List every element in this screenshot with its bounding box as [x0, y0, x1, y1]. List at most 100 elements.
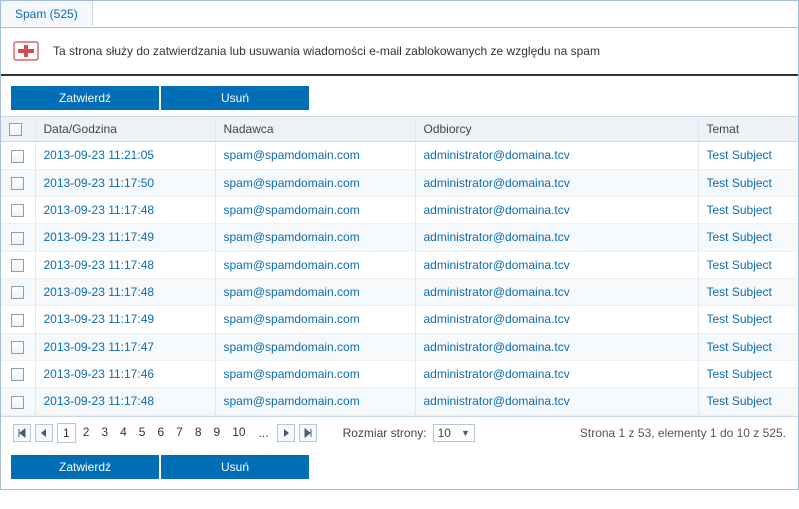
cell-subject: Test Subject	[698, 360, 798, 387]
cell-recipients: administrator@domaina.tcv	[415, 196, 698, 223]
cell-sender: spam@spamdomain.com	[215, 224, 415, 251]
spam-table: Data/Godzina Nadawca Odbiorcy Temat 2013…	[1, 116, 798, 416]
cell-subject: Test Subject	[698, 333, 798, 360]
page-size-label: Rozmiar strony:	[343, 426, 427, 440]
row-checkbox[interactable]	[11, 177, 24, 190]
pager-page-9[interactable]: 9	[209, 423, 226, 443]
help-cross-icon	[13, 38, 39, 64]
cell-subject: Test Subject	[698, 306, 798, 333]
cell-datetime: 2013-09-23 11:17:48	[35, 388, 215, 415]
approve-button-bottom[interactable]: Zatwierdź	[11, 455, 159, 479]
row-checkbox[interactable]	[11, 286, 24, 299]
cell-recipients: administrator@domaina.tcv	[415, 169, 698, 196]
pager-page-2[interactable]: 2	[78, 423, 95, 443]
cell-recipients: administrator@domaina.tcv	[415, 388, 698, 415]
pager-page-1[interactable]: 1	[57, 423, 76, 443]
cell-sender: spam@spamdomain.com	[215, 142, 415, 169]
pager-page-10[interactable]: 10	[227, 423, 250, 443]
cell-recipients: administrator@domaina.tcv	[415, 278, 698, 305]
table-row[interactable]: 2013-09-23 11:17:46spam@spamdomain.comad…	[1, 360, 798, 387]
app-window: Spam (525) Ta strona służy do zatwierdza…	[0, 0, 799, 490]
toolbar-bottom: Zatwierdź Usuń	[1, 449, 798, 489]
pager-page-7[interactable]: 7	[171, 423, 188, 443]
pager-page-4[interactable]: 4	[115, 423, 132, 443]
table-row[interactable]: 2013-09-23 11:17:48spam@spamdomain.comad…	[1, 278, 798, 305]
tab-spam[interactable]: Spam (525)	[1, 1, 93, 26]
cell-recipients: administrator@domaina.tcv	[415, 142, 698, 169]
info-bar: Ta strona służy do zatwierdzania lub usu…	[1, 28, 798, 76]
cell-datetime: 2013-09-23 11:17:50	[35, 169, 215, 196]
row-checkbox[interactable]	[11, 368, 24, 381]
pager-page-3[interactable]: 3	[96, 423, 113, 443]
row-checkbox[interactable]	[11, 396, 24, 409]
cell-sender: spam@spamdomain.com	[215, 306, 415, 333]
col-header-recipients[interactable]: Odbiorcy	[415, 117, 698, 142]
toolbar-top: Zatwierdź Usuń	[1, 76, 798, 116]
cell-sender: spam@spamdomain.com	[215, 278, 415, 305]
cell-datetime: 2013-09-23 11:17:49	[35, 224, 215, 251]
pager-next-button[interactable]	[277, 424, 295, 442]
cell-subject: Test Subject	[698, 142, 798, 169]
col-header-checkbox	[1, 117, 35, 142]
pager-prev-button[interactable]	[35, 424, 53, 442]
info-text: Ta strona służy do zatwierdzania lub usu…	[53, 44, 600, 58]
pager-page-5[interactable]: 5	[134, 423, 151, 443]
cell-subject: Test Subject	[698, 196, 798, 223]
table-row[interactable]: 2013-09-23 11:17:48spam@spamdomain.comad…	[1, 388, 798, 415]
table-header-row: Data/Godzina Nadawca Odbiorcy Temat	[1, 117, 798, 142]
pager-first-button[interactable]	[13, 424, 31, 442]
page-size: Rozmiar strony: 10 ▼	[343, 424, 475, 442]
cell-datetime: 2013-09-23 11:17:46	[35, 360, 215, 387]
table-row[interactable]: 2013-09-23 11:17:48spam@spamdomain.comad…	[1, 196, 798, 223]
table-row[interactable]: 2013-09-23 11:21:05spam@spamdomain.comad…	[1, 142, 798, 169]
table-row[interactable]: 2013-09-23 11:17:49spam@spamdomain.comad…	[1, 224, 798, 251]
cell-sender: spam@spamdomain.com	[215, 333, 415, 360]
pager-ellipsis[interactable]: ...	[255, 424, 273, 442]
col-header-subject[interactable]: Temat	[698, 117, 798, 142]
col-header-datetime[interactable]: Data/Godzina	[35, 117, 215, 142]
cell-datetime: 2013-09-23 11:17:48	[35, 196, 215, 223]
row-checkbox[interactable]	[11, 204, 24, 217]
cell-recipients: administrator@domaina.tcv	[415, 306, 698, 333]
table-row[interactable]: 2013-09-23 11:17:49spam@spamdomain.comad…	[1, 306, 798, 333]
cell-datetime: 2013-09-23 11:17:47	[35, 333, 215, 360]
table-row[interactable]: 2013-09-23 11:17:48spam@spamdomain.comad…	[1, 251, 798, 278]
pager-controls: 12345678910 ... Rozmiar strony: 10 ▼	[13, 423, 475, 443]
cell-recipients: administrator@domaina.tcv	[415, 251, 698, 278]
pager-page-6[interactable]: 6	[152, 423, 169, 443]
cell-datetime: 2013-09-23 11:21:05	[35, 142, 215, 169]
approve-button-top[interactable]: Zatwierdź	[11, 86, 159, 110]
cell-datetime: 2013-09-23 11:17:48	[35, 251, 215, 278]
delete-button-top[interactable]: Usuń	[161, 86, 309, 110]
row-checkbox[interactable]	[11, 341, 24, 354]
cell-sender: spam@spamdomain.com	[215, 388, 415, 415]
cell-subject: Test Subject	[698, 224, 798, 251]
cell-recipients: administrator@domaina.tcv	[415, 224, 698, 251]
select-all-checkbox[interactable]	[9, 123, 22, 136]
cell-subject: Test Subject	[698, 388, 798, 415]
row-checkbox[interactable]	[11, 150, 24, 163]
pager-page-8[interactable]: 8	[190, 423, 207, 443]
pager-last-button[interactable]	[299, 424, 317, 442]
delete-button-bottom[interactable]: Usuń	[161, 455, 309, 479]
cell-datetime: 2013-09-23 11:17:48	[35, 278, 215, 305]
tab-bar: Spam (525)	[1, 1, 798, 28]
page-size-select[interactable]: 10 ▼	[433, 424, 475, 442]
cell-datetime: 2013-09-23 11:17:49	[35, 306, 215, 333]
row-checkbox[interactable]	[11, 259, 24, 272]
cell-recipients: administrator@domaina.tcv	[415, 360, 698, 387]
table-row[interactable]: 2013-09-23 11:17:47spam@spamdomain.comad…	[1, 333, 798, 360]
cell-sender: spam@spamdomain.com	[215, 360, 415, 387]
chevron-down-icon: ▼	[461, 428, 470, 438]
col-header-sender[interactable]: Nadawca	[215, 117, 415, 142]
pager-summary: Strona 1 z 53, elementy 1 do 10 z 525.	[580, 426, 786, 440]
row-checkbox[interactable]	[11, 314, 24, 327]
row-checkbox[interactable]	[11, 232, 24, 245]
cell-sender: spam@spamdomain.com	[215, 169, 415, 196]
cell-sender: spam@spamdomain.com	[215, 196, 415, 223]
cell-sender: spam@spamdomain.com	[215, 251, 415, 278]
cell-recipients: administrator@domaina.tcv	[415, 333, 698, 360]
cell-subject: Test Subject	[698, 278, 798, 305]
table-row[interactable]: 2013-09-23 11:17:50spam@spamdomain.comad…	[1, 169, 798, 196]
page-size-value: 10	[438, 426, 451, 440]
